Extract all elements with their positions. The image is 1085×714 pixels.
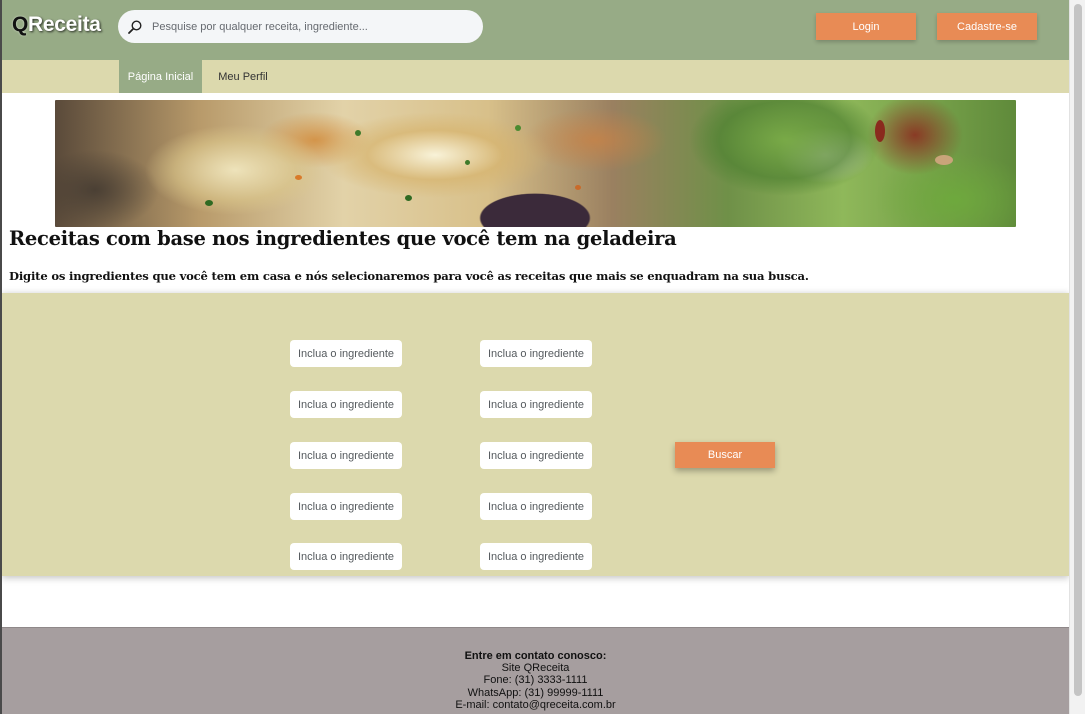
vertical-scrollbar[interactable] (1069, 0, 1085, 714)
page-subtitle: Digite os ingredientes que você tem em c… (9, 269, 809, 283)
login-button[interactable]: Login (816, 13, 916, 40)
ingredient-input[interactable] (290, 543, 402, 570)
logo-text: Receita (28, 13, 101, 36)
ingredient-input[interactable] (290, 340, 402, 367)
ingredient-input[interactable] (480, 442, 592, 469)
footer-title: Entre em contato conosco: (464, 650, 607, 662)
ingredient-input[interactable] (480, 493, 592, 520)
signup-button[interactable]: Cadastre-se (937, 13, 1037, 40)
footer-whatsapp: WhatsApp: (31) 99999-1111 (467, 686, 604, 699)
nav-item-home[interactable]: Página Inicial (119, 60, 202, 93)
footer-site: Site QReceita (501, 662, 570, 675)
page-title: Receitas com base nos ingredientes que v… (9, 227, 677, 250)
nav-item-profile[interactable]: Meu Perfil (208, 60, 278, 93)
search-input[interactable] (152, 10, 472, 43)
header: QReceita Login Cadastre-se (2, 0, 1069, 60)
footer: Entre em contato conosco: Site QReceita … (2, 627, 1069, 714)
page: QReceita Login Cadastre-se Página Inicia… (2, 0, 1069, 714)
ingredient-input[interactable] (480, 391, 592, 418)
food-banner-image (55, 100, 1016, 227)
footer-phone: Fone: (31) 3333-1111 (483, 674, 588, 687)
search-bar (118, 10, 483, 43)
scrollbar-thumb[interactable] (1074, 4, 1082, 696)
ingredient-input[interactable] (290, 493, 402, 520)
logo[interactable]: QReceita (12, 13, 101, 37)
ingredient-input[interactable] (480, 340, 592, 367)
search-recipes-button[interactable]: Buscar (675, 442, 775, 468)
search-icon[interactable] (127, 19, 143, 35)
logo-q: Q (12, 13, 29, 36)
ingredient-input[interactable] (290, 442, 402, 469)
footer-email[interactable]: E-mail: contato@qreceita.com.br (2, 699, 1069, 711)
ingredient-form: Buscar (2, 293, 1069, 576)
nav-bar: Página Inicial Meu Perfil (2, 60, 1069, 93)
ingredient-input[interactable] (480, 543, 592, 570)
ingredient-input[interactable] (290, 391, 402, 418)
